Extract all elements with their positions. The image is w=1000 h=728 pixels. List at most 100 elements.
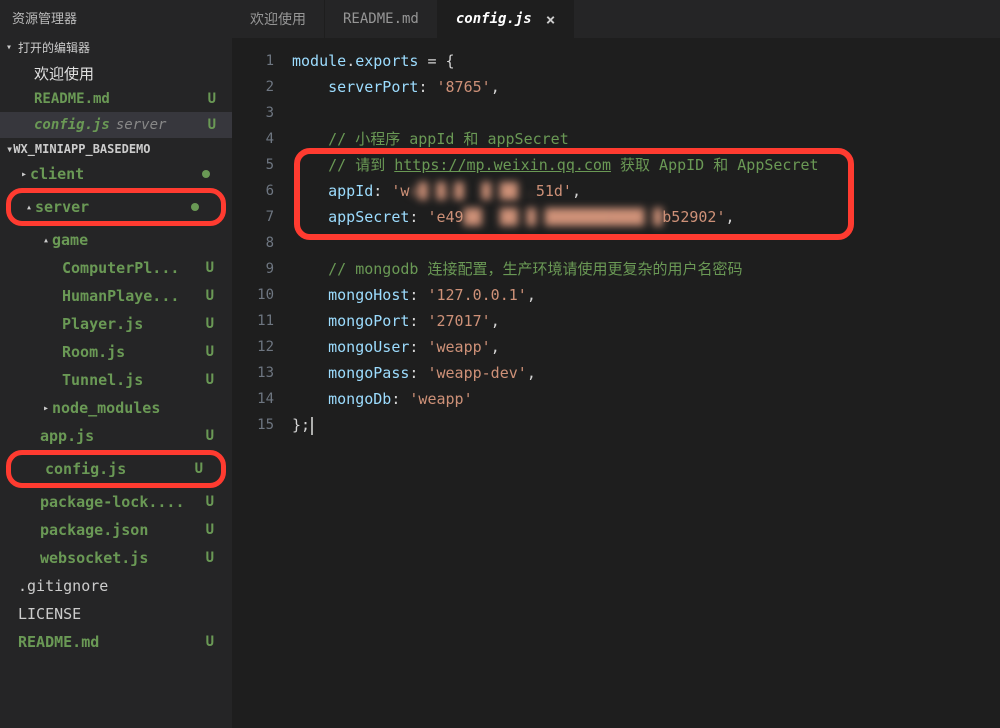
line-number: 9	[232, 256, 274, 282]
tree-label: client	[30, 165, 84, 183]
open-editor-welcome[interactable]: 欢迎使用	[0, 60, 232, 86]
code-line	[292, 230, 1000, 256]
code-line: appId: 'wx█ █.█ █ ██ .51d',	[292, 178, 1000, 204]
chevron-down-icon: ▾	[6, 42, 18, 53]
line-number: 8	[232, 230, 274, 256]
open-editor-readme[interactable]: README.md U	[0, 86, 232, 112]
open-editor-config[interactable]: config.js server U	[0, 112, 232, 138]
code-line: mongoDb: 'weapp'	[292, 386, 1000, 412]
open-editor-meta: server	[116, 117, 167, 133]
tree-label: HumanPlaye...	[62, 287, 179, 305]
tree-folder-game[interactable]: ▴ game	[0, 226, 232, 254]
code-editor[interactable]: 1 2 3 4 5 6 7 8 9 10 11 12 13 14 15 modu…	[232, 38, 1000, 728]
git-status: U	[206, 428, 214, 444]
project-name: WX_MINIAPP_BASEDEMO	[13, 142, 150, 156]
git-status: U	[206, 522, 214, 538]
editor-main: 欢迎使用 README.md config.js × 1 2 3 4 5 6 7…	[232, 0, 1000, 728]
tree-file-license[interactable]: LICENSE	[0, 600, 232, 628]
line-number: 4	[232, 126, 274, 152]
chevron-right-icon: ▸	[40, 403, 52, 414]
line-number: 2	[232, 74, 274, 100]
tree-label: README.md	[18, 633, 99, 651]
code-line	[292, 100, 1000, 126]
tab-readme[interactable]: README.md	[325, 0, 438, 38]
git-status: U	[206, 288, 214, 304]
tab-welcome[interactable]: 欢迎使用	[232, 0, 325, 38]
tree-file[interactable]: HumanPlaye... U	[0, 282, 232, 310]
tree-folder-client[interactable]: ▸ client	[0, 160, 232, 188]
code-line: // 小程序 appId 和 appSecret	[292, 126, 1000, 152]
code-line: appSecret: 'e49██ ██ █ ███████████ █b529…	[292, 204, 1000, 230]
annotation-highlight-config: config.js U	[6, 450, 226, 488]
open-editor-name: 欢迎使用	[34, 63, 94, 84]
tree-label: Player.js	[62, 315, 143, 333]
tree-file-config-js[interactable]: config.js U	[11, 455, 221, 483]
git-status: U	[206, 372, 214, 388]
code-line: mongoUser: 'weapp',	[292, 334, 1000, 360]
tree-label: ComputerPl...	[62, 259, 179, 277]
tree-file[interactable]: Room.js U	[0, 338, 232, 366]
tree-label: Tunnel.js	[62, 371, 143, 389]
code-line: // 请到 https://mp.weixin.qq.com 获取 AppID …	[292, 152, 1000, 178]
git-dot-icon	[202, 170, 210, 178]
open-editors-header[interactable]: ▾ 打开的编辑器	[0, 35, 232, 60]
git-status: U	[206, 344, 214, 360]
tree-file[interactable]: package.json U	[0, 516, 232, 544]
tab-label: 欢迎使用	[250, 9, 306, 29]
line-number: 1	[232, 48, 274, 74]
tree-folder-server[interactable]: ▴ server	[11, 193, 221, 221]
line-number: 6	[232, 178, 274, 204]
tab-config[interactable]: config.js ×	[438, 0, 575, 38]
redacted-text: x█ █.█ █ ██ .	[409, 178, 535, 204]
tree-label: LICENSE	[18, 605, 81, 623]
tab-label: README.md	[343, 11, 419, 27]
chevron-down-icon: ▴	[40, 235, 52, 246]
git-status: U	[206, 550, 214, 566]
explorer-title: 资源管理器	[0, 0, 232, 35]
tree-file[interactable]: package-lock.... U	[0, 488, 232, 516]
editor-tabs: 欢迎使用 README.md config.js ×	[232, 0, 1000, 38]
tree-file[interactable]: Player.js U	[0, 310, 232, 338]
open-editor-name: README.md	[34, 91, 110, 107]
code-line: mongoHost: '127.0.0.1',	[292, 282, 1000, 308]
tree-label: app.js	[40, 427, 94, 445]
git-status: U	[208, 117, 216, 133]
tree-label: .gitignore	[18, 577, 108, 595]
close-icon[interactable]: ×	[546, 10, 556, 29]
tree-file[interactable]: websocket.js U	[0, 544, 232, 572]
text-cursor	[311, 417, 313, 435]
code-line: mongoPort: '27017',	[292, 308, 1000, 334]
code-line: serverPort: '8765',	[292, 74, 1000, 100]
tree-file-readme[interactable]: README.md U	[0, 628, 232, 656]
code-line: // mongodb 连接配置，生产环境请使用更复杂的用户名密码	[292, 256, 1000, 282]
tree-label: websocket.js	[40, 549, 148, 567]
line-number: 3	[232, 100, 274, 126]
git-dot-icon	[191, 203, 199, 211]
tree-label: server	[35, 198, 89, 216]
tree-file[interactable]: Tunnel.js U	[0, 366, 232, 394]
line-number: 5	[232, 152, 274, 178]
tree-file-gitignore[interactable]: .gitignore	[0, 572, 232, 600]
line-number: 11	[232, 308, 274, 334]
tree-file-app-js[interactable]: app.js U	[0, 422, 232, 450]
redacted-text: ██ ██ █ ███████████ █	[464, 204, 663, 230]
git-status: U	[206, 634, 214, 650]
tree-file[interactable]: ComputerPl... U	[0, 254, 232, 282]
git-status: U	[206, 494, 214, 510]
file-tree: ▸ client ▴ server ▴ game ComputerPl... U…	[0, 160, 232, 728]
code-line: };	[292, 412, 1000, 438]
git-status: U	[206, 260, 214, 276]
open-editors-label: 打开的编辑器	[18, 39, 90, 56]
tree-label: package-lock....	[40, 493, 185, 511]
code-line: module.exports = {	[292, 48, 1000, 74]
line-number: 14	[232, 386, 274, 412]
annotation-highlight-server: ▴ server	[6, 188, 226, 226]
tree-folder-node-modules[interactable]: ▸ node_modules	[0, 394, 232, 422]
line-number: 7	[232, 204, 274, 230]
chevron-down-icon: ▴	[23, 202, 35, 213]
code-content[interactable]: module.exports = { serverPort: '8765', /…	[292, 38, 1000, 728]
project-header[interactable]: ▾ WX_MINIAPP_BASEDEMO	[0, 138, 232, 160]
open-editor-name: config.js	[34, 117, 110, 133]
chevron-right-icon: ▸	[18, 169, 30, 180]
line-gutter: 1 2 3 4 5 6 7 8 9 10 11 12 13 14 15	[232, 38, 292, 728]
